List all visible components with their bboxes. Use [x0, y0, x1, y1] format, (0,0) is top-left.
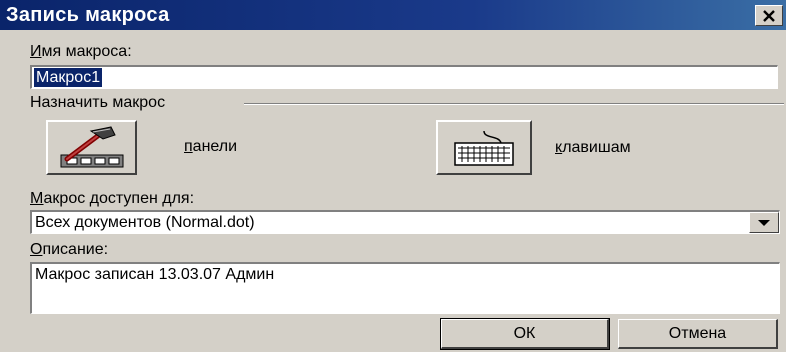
description-textarea[interactable]: Макрос записан 13.03.07 Админ [30, 262, 780, 314]
assign-keyboard-button[interactable] [436, 120, 532, 175]
title-bar[interactable]: Запись макроса [0, 0, 786, 30]
store-in-select[interactable]: Всех документов (Normal.dot) [30, 210, 780, 234]
hammer-toolbar-icon [60, 125, 123, 167]
store-in-label: Макрос доступен для: [30, 190, 195, 207]
record-macro-dialog: Запись макроса Имя макроса: Макрос1 Назн… [0, 0, 786, 352]
description-value: Макрос записан 13.03.07 Админ [35, 266, 275, 283]
assign-keyboard-label: клавишам [555, 139, 631, 156]
assign-macro-group-label: Назначить макрос [30, 94, 166, 111]
close-button[interactable] [755, 5, 783, 26]
assign-toolbar-button[interactable] [46, 120, 137, 175]
group-divider [244, 103, 784, 105]
window-title: Запись макроса [6, 4, 170, 26]
assign-toolbar-label: панели [184, 138, 238, 155]
cancel-button[interactable]: Отмена [618, 319, 778, 349]
keyboard-icon [454, 130, 514, 166]
ok-button[interactable]: ОК [440, 318, 610, 350]
macro-name-input[interactable]: Макрос1 [30, 65, 778, 89]
close-icon [763, 9, 775, 22]
store-in-value: Всех документов (Normal.dot) [35, 214, 255, 231]
macro-name-value: Макрос1 [34, 68, 103, 87]
dropdown-button[interactable] [749, 212, 779, 233]
description-label: Описание: [30, 241, 109, 258]
dropdown-arrow-icon [758, 219, 770, 226]
macro-name-label: Имя макроса: [30, 43, 132, 60]
